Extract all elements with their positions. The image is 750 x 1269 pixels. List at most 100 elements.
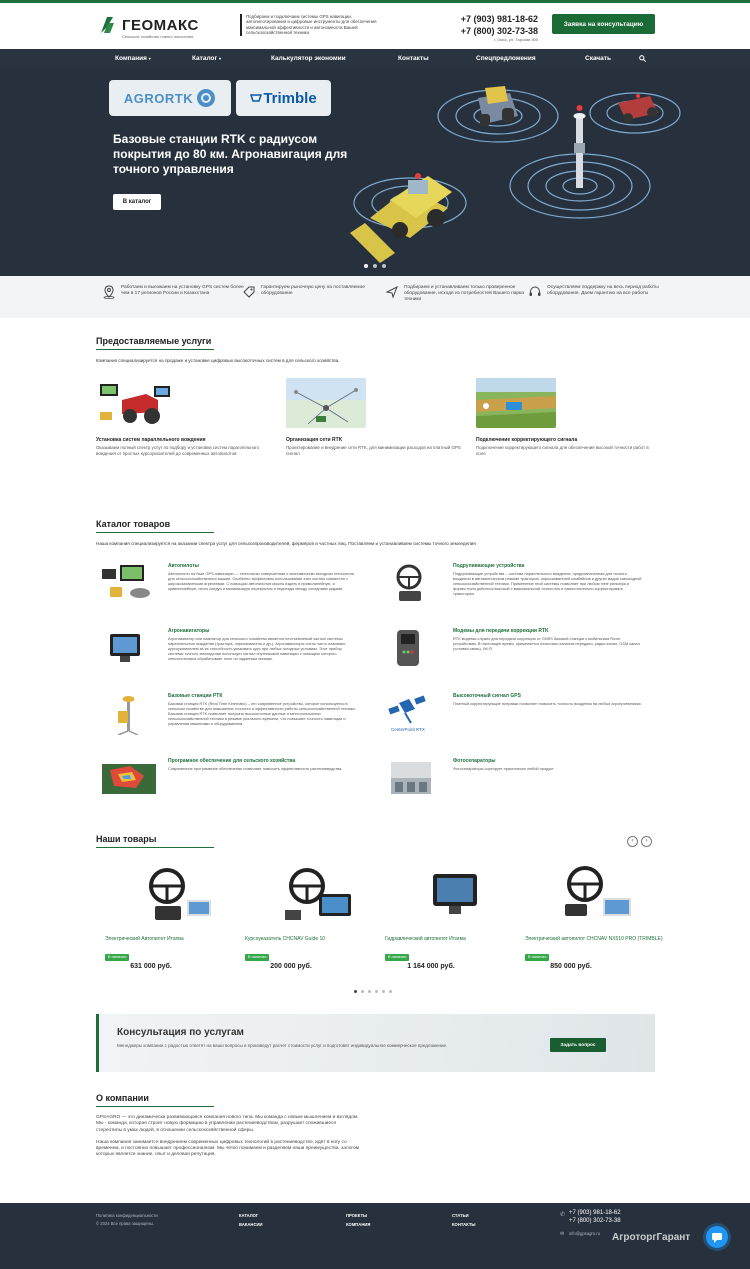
agronavigator-image [110,634,140,662]
feature-item: Подбираем и устанавливаем только провере… [385,285,535,303]
privacy-policy-link[interactable]: Политика конфиденциальности [96,1213,158,1218]
footer-link-company[interactable]: КОМПАНИЯ [346,1222,370,1227]
product-name[interactable]: Курсоуказатель CHCNAV Guide 10 [245,936,385,943]
pagination-dot[interactable] [375,990,378,993]
footer-email[interactable]: info@gpsagro.ru [569,1231,600,1236]
nav-download[interactable]: Скачать [585,49,611,68]
nav-calculator[interactable]: Калькулятор экономии [271,49,346,68]
catalog-item-text: Фотосепараторы сортирует практически люб… [453,766,554,771]
copyright: © 2024 Все права защищены. [96,1221,154,1226]
product-name[interactable]: Электрический Автопилот Итагма [105,936,245,943]
slider-dot[interactable] [382,264,386,268]
product-price: 850 000 руб. [550,963,592,970]
pagination-dot[interactable] [389,990,392,993]
product-card[interactable]: Курсоуказатель CHCNAV Guide 10 В наличии… [245,862,385,977]
catalog-item-text: RTK модемы служат для передачи коррекции… [453,636,640,651]
pagination-dot[interactable] [382,990,385,993]
footer-link-vacancies[interactable]: ВАКАНСИИ [239,1222,263,1227]
phone-icon: ✆ [560,1212,566,1218]
about-paragraph-1: GPSAGRO — это динамически развивающаяся … [96,1115,359,1133]
about-text: GPSAGRO — это динамически развивающаяся … [96,1115,361,1165]
nav-company[interactable]: Компания ▾ [115,49,151,68]
nav-catalog[interactable]: Каталог ▾ [192,49,221,68]
catalog-item[interactable]: Базовые станции РТК Базовая станция RTK … [100,693,370,753]
in-stock-badge: В наличии [105,954,130,961]
consultation-request-button[interactable]: Заявка на консультацию [552,14,655,34]
chat-icon [712,1233,722,1243]
product-price: 1 164 000 руб. [407,963,455,970]
product-name[interactable]: Гидравлический автопилот Итагма [385,936,525,943]
hero-title: Базовые станции RTK с радиусом покрытия … [113,132,348,176]
product-price: 631 000 руб. [130,963,172,970]
consultation-title: Консультация по услугам [117,1027,244,1038]
service-title: Установка систем параллельного вождения [96,437,206,443]
footer-phone-1[interactable]: +7 (903) 981-18-62 [569,1210,621,1216]
rtk-modem-image [397,630,419,666]
brand-agrortk-text: AGRORTK [123,90,194,106]
features-bar: Работаем и выезжаем на установку GPS сис… [0,276,750,318]
logo[interactable]: ГЕОМАКС Сельское хозяйство нового поколе… [98,15,199,39]
ask-question-button[interactable]: Задать вопрос [550,1038,606,1052]
catalog-item-text: Платный корректирующие поправки позволяе… [453,701,642,706]
about-paragraph-2: Наша компания занимается внедрением совр… [96,1139,360,1158]
slider-dot[interactable] [364,264,368,268]
service-card[interactable]: Подключение корректирующего сигнала Подк… [476,378,656,456]
pagination-dot[interactable] [354,990,357,993]
nav-contacts[interactable]: Контакты [398,49,429,68]
catalog-item-title: Базовые станции РТК [168,693,223,699]
catalog-item-title: Автопилоты [168,563,199,569]
nav-company-label: Компания [115,55,147,62]
in-stock-badge: В наличии [525,954,550,961]
catalog-item-title: Агронавигаторы [168,628,210,634]
slider-dot[interactable] [373,264,377,268]
hero-slider: AGRORTK Trimble Базовые станции RTK с ра… [0,68,750,276]
pagination-dot[interactable] [361,990,364,993]
product-card[interactable]: Электрический автопилот CHCNAV NX510 PRO… [525,862,665,977]
services-title: Предоставляемые услуги [96,336,214,350]
service-title: Подключение корректирующего сигнала [476,437,578,443]
catalog-item[interactable]: Подруливающие устройства Подруливающие у… [385,563,655,623]
service-title: Организация сети RTK [286,437,343,443]
service-image-tractor [96,378,176,428]
catalog-item-text: Базовая станция RTK (Real Time Kinematic… [168,701,356,726]
catalog-item[interactable]: Агронавигаторы Агронавигатор или навигат… [100,628,370,688]
footer-link-catalog[interactable]: КАТАЛОГ [239,1213,258,1218]
products-pagination [354,990,392,993]
header: ГЕОМАКС Сельское хозяйство нового поколе… [0,3,750,49]
footer-phone-2[interactable]: +7 (800) 302-73-38 [569,1218,621,1224]
catalog-item-title: Фотосепараторы [453,758,496,764]
brand-trimble: Trimble [236,80,331,116]
catalog-item[interactable]: Автопилоты Автопилоты на базе GPS-навига… [100,563,370,623]
brand-agrortk: AGRORTK [109,80,231,116]
base-station-image [117,696,139,735]
catalog-item[interactable]: Програмное обеспечение для сельского хоз… [100,758,370,818]
products-title: Наши товары [96,834,214,848]
footer-link-contacts[interactable]: КОНТАКТЫ [452,1222,475,1227]
in-stock-badge: В наличии [385,954,410,961]
pagination-dot[interactable] [368,990,371,993]
service-card[interactable]: Установка систем параллельного вождения … [96,378,276,456]
in-stock-badge: В наличии [245,954,270,961]
headset-icon [529,286,541,296]
prev-arrow-button[interactable]: ‹ [627,836,638,847]
service-card[interactable]: Организация сети RTK Проектирование и вн… [286,378,466,456]
nav-special-offers[interactable]: Спецпредложения [476,49,536,68]
catalog-item[interactable]: CenterPoint RTX Высокоточный сигнал GPS … [385,693,655,753]
main-nav: Компания ▾ Каталог ▾ Калькулятор экономи… [0,49,750,68]
catalog-item[interactable]: Фотосепараторы Фотосепараторы сортирует … [385,758,655,818]
footer-link-projects[interactable]: ПРОЕКТЫ [346,1213,367,1218]
chat-button[interactable] [706,1226,728,1248]
next-arrow-button[interactable]: › [641,836,652,847]
consultation-banner: Консультация по услугам Менеджеры компан… [96,1014,655,1072]
product-card[interactable]: Гидравлический автопилот Итагма В наличи… [385,862,525,977]
to-catalog-button[interactable]: В каталог [113,194,161,210]
product-name[interactable]: Электрический автопилот CHCNAV NX510 PRO… [525,936,665,943]
catalog-item[interactable]: Модемы для передачи коррекции RTK RTK мо… [385,628,655,688]
search-icon[interactable] [639,55,646,62]
product-card[interactable]: Электрический Автопилот Итагма В наличии… [105,862,245,977]
phone-2[interactable]: +7 (800) 302-73-38 [461,25,538,37]
footer-link-articles[interactable]: СТАТЬИ [452,1213,469,1218]
feature-text: Работаем и выезжаем на установку GPS сис… [121,285,244,296]
phone-1[interactable]: +7 (903) 981-18-62 [461,13,538,25]
header-description: Подбираем и подключаем системы GPS навиг… [240,14,390,36]
